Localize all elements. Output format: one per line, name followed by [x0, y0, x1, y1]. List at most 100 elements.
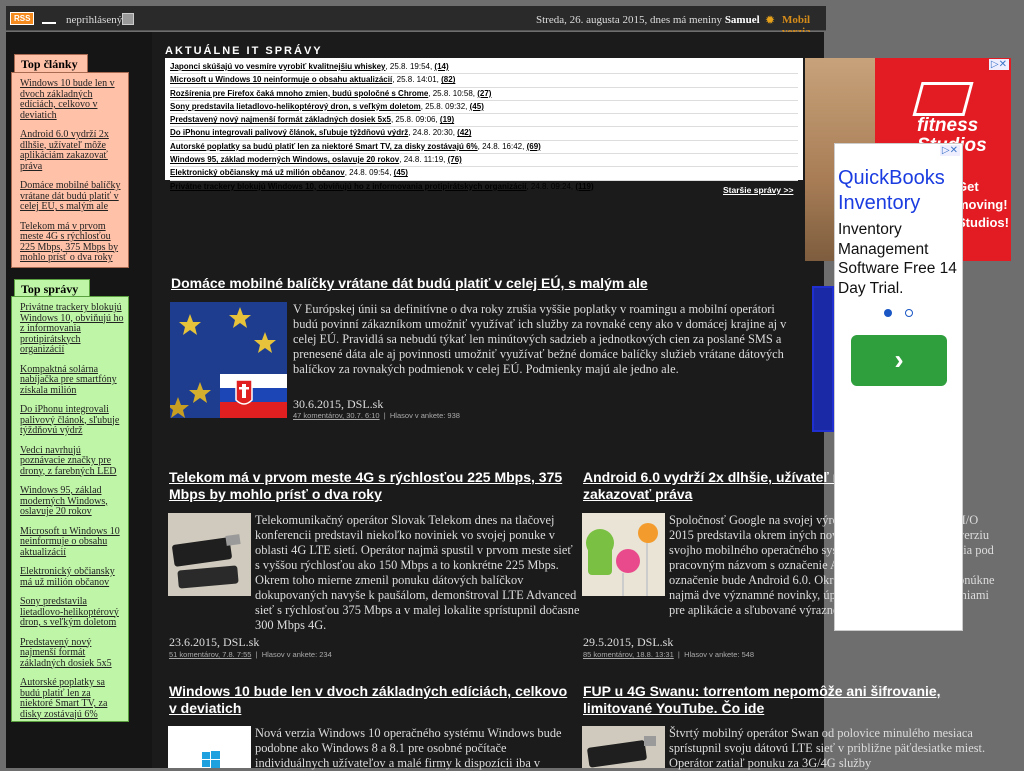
comments-link[interactable]: 85 komentárov, 18.8. 13:31 — [583, 650, 674, 659]
news-list: Japonci skúšajú vo vesmíre vyrobiť kvali… — [165, 58, 803, 191]
news-heading: AKTUÁLNE IT SPRÁVY — [165, 45, 323, 57]
news-comments-link[interactable]: (119) — [575, 182, 593, 191]
older-news-link[interactable]: Staršie správy >> — [723, 185, 793, 195]
article-thumbnail-android[interactable] — [582, 513, 665, 596]
article-date: 30.6.2015, DSL.sk — [293, 397, 384, 411]
news-link[interactable]: Do iPhonu integrovali palivový článok, s… — [170, 128, 408, 137]
news-comments-link[interactable]: (69) — [527, 142, 541, 151]
news-comments-link[interactable]: (76) — [448, 155, 462, 164]
sidebar-item-news[interactable]: Kompaktná solárna nabíjačka pre smartfón… — [20, 364, 124, 397]
carousel-dot-active[interactable] — [884, 309, 892, 317]
sidebar-item-news[interactable]: Microsoft u Windows 10 neinformuje o obs… — [20, 526, 124, 559]
comments-link[interactable]: 51 komentárov, 7.8. 7:55 — [169, 650, 251, 659]
sidebar-item-news[interactable]: Autorské poplatky sa budú platiť len za … — [20, 677, 124, 720]
article-title[interactable]: Windows 10 bude len v dvoch základných e… — [169, 683, 569, 717]
article-thumbnail-modem[interactable] — [168, 513, 251, 596]
article-thumbnail-eu-flag[interactable] — [170, 302, 287, 418]
news-time: , 25.8. 19:54, — [385, 62, 435, 71]
poll-widget[interactable] — [812, 286, 834, 432]
news-row: Do iPhonu integrovali palivový článok, s… — [170, 127, 798, 141]
date-line: Streda, 26. augusta 2015, dnes má meniny… — [536, 14, 760, 26]
article-date: 29.5.2015, DSL.sk — [583, 635, 674, 649]
sidebar-item-news[interactable]: Windows 95, základ moderných Windows, os… — [20, 485, 124, 518]
news-row: Japonci skúšajú vo vesmíre vyrobiť kvali… — [170, 61, 798, 75]
ad-body: Inventory Management Software Free 14 Da… — [838, 221, 957, 297]
news-link[interactable]: Windows 95, základ moderných Windows, os… — [170, 155, 399, 164]
news-time: , 24.8. 11:19, — [399, 155, 448, 165]
rss-icon[interactable]: RSS — [10, 12, 35, 25]
sidebar-item-news[interactable]: Elektronický občiansky má už milión obča… — [20, 566, 124, 588]
news-time: , 24.8. 20:30, — [408, 128, 458, 138]
sidebar-item-article[interactable]: Windows 10 bude len v dvoch základných e… — [20, 78, 124, 121]
sidebar-item-article[interactable]: Telekom má v prvom meste 4G s rýchlosťou… — [20, 221, 124, 264]
news-row: Elektronický občiansky má už milión obča… — [170, 167, 798, 181]
fitness-logo-icon — [912, 82, 974, 116]
article-text: Telekomunikačný operátor Slovak Telekom … — [255, 513, 580, 632]
login-icon[interactable] — [122, 13, 134, 25]
news-comments-link[interactable]: (14) — [434, 62, 448, 71]
comments-link[interactable]: 47 komentárov, 30.7. 6:10 — [293, 411, 380, 420]
news-row: Predstavený nový najmenší formát základn… — [170, 114, 798, 128]
sidebar-item-article[interactable]: Android 6.0 vydrží 2x dlhšie, užívateľ m… — [20, 129, 124, 172]
ad-close-icon[interactable]: ▷✕ — [988, 59, 1009, 70]
article-text: V Európskej únii sa definitívne o dva ro… — [293, 302, 787, 376]
news-row: Privátne trackery blokujú Windows 10, ob… — [170, 181, 798, 193]
top-bar: RSS neprihlásený Streda, 26. augusta 201… — [6, 6, 826, 38]
sidebar-item-article[interactable]: Domáce mobilné balíčky vrátane dát budú … — [20, 180, 124, 213]
sidebar-item-news[interactable]: Predstavený nový najmenší formát základn… — [20, 637, 124, 670]
news-link[interactable]: Predstavený nový najmenší formát základn… — [170, 115, 391, 124]
news-link[interactable]: Autorské poplatky sa budú platiť len za … — [170, 142, 478, 151]
carousel-dot[interactable] — [905, 309, 913, 317]
article-date: 23.6.2015, DSL.sk — [169, 635, 260, 649]
article-title[interactable]: Telekom má v prvom meste 4G s rýchlosťou… — [169, 469, 579, 503]
news-time: , 25.8. 09:32, — [420, 101, 470, 111]
sidebar-item-news[interactable]: Vedci navrhujú poznávacie značky pre dro… — [20, 445, 124, 478]
article-title[interactable]: Domáce mobilné balíčky vrátane dát budú … — [171, 275, 791, 292]
news-comments-link[interactable]: (42) — [457, 128, 471, 137]
news-comments-link[interactable]: (19) — [440, 115, 454, 124]
news-row: Sony predstavila lietadlovo-helikoptérov… — [170, 101, 798, 115]
news-comments-link[interactable]: (45) — [394, 168, 408, 177]
news-time: , 25.8. 10:58, — [428, 88, 478, 98]
ad-next-button[interactable]: › — [851, 335, 947, 386]
news-link[interactable]: Sony predstavila lietadlovo-helikoptérov… — [170, 102, 421, 111]
news-comments-link[interactable]: (45) — [470, 102, 484, 111]
news-time: , 24.8. 09:24, — [526, 181, 576, 191]
poll-votes: Hlasov v ankete: 938 — [389, 411, 460, 420]
news-link[interactable]: Rozšírenia pre Firefox čaká mnoho zmien,… — [170, 89, 428, 98]
mobile-star-icon: ✹ — [765, 13, 776, 27]
article-text: Nová verzia Windows 10 operačného systém… — [255, 726, 562, 770]
ad-title[interactable]: QuickBooks Inventory — [838, 166, 962, 216]
poll-votes: Hlasov v ankete: 548 — [684, 650, 755, 659]
ad-banner-quickbooks[interactable]: ▷✕ QuickBooks Inventory Inventory Manage… — [834, 143, 963, 631]
news-link[interactable]: Elektronický občiansky má už milión obča… — [170, 168, 345, 177]
news-link[interactable]: Privátne trackery blokujú Windows 10, ob… — [170, 182, 526, 191]
news-row: Autorské poplatky sa budú platiť len za … — [170, 141, 798, 155]
news-time: , 25.8. 14:01, — [392, 75, 442, 85]
top-news-box: Privátne trackery blokujú Windows 10, ob… — [11, 296, 129, 722]
news-link[interactable]: Japonci skúšajú vo vesmíre vyrobiť kvali… — [170, 62, 385, 71]
article-thumbnail-windows[interactable] — [168, 726, 251, 768]
date-text: Streda, 26. augusta 2015, dnes má meniny — [536, 14, 725, 26]
poll-votes: Hlasov v ankete: 234 — [261, 650, 332, 659]
sidebar-item-news[interactable]: Privátne trackery blokujú Windows 10, ob… — [20, 302, 124, 356]
news-link[interactable]: Microsoft u Windows 10 neinformuje o obs… — [170, 75, 392, 84]
news-row: Microsoft u Windows 10 neinformuje o obs… — [170, 74, 798, 88]
nameday: Samuel — [724, 14, 760, 26]
news-row: Rozšírenia pre Firefox čaká mnoho zmien,… — [170, 88, 798, 101]
ad-tagline: Get moving! Studios! — [957, 179, 1009, 230]
article-thumbnail-modem[interactable] — [582, 726, 665, 768]
top-articles-box: Windows 10 bude len v dvoch základných e… — [11, 72, 129, 268]
article-text: Štvrtý mobilný operátor Swan od polovice… — [669, 726, 986, 770]
news-row: Windows 95, základ moderných Windows, os… — [170, 154, 798, 168]
ad-close-icon[interactable]: ▷✕ — [939, 145, 960, 156]
article-title[interactable]: FUP u 4G Swanu: torrentom nepomôže ani š… — [583, 683, 993, 717]
sidebar-item-news[interactable]: Do iPhonu integrovali palivový článok, s… — [20, 404, 124, 437]
news-time: , 24.8. 16:42, — [477, 141, 527, 151]
news-comments-link[interactable]: (27) — [477, 89, 491, 98]
rss-underline — [42, 22, 56, 24]
login-status[interactable]: neprihlásený — [66, 14, 122, 26]
news-comments-link[interactable]: (82) — [441, 75, 455, 84]
sidebar-item-news[interactable]: Sony predstavila lietadlovo-helikoptérov… — [20, 596, 124, 629]
article-meta: 51 komentárov, 7.8. 7:55 | Hlasov v anke… — [169, 650, 332, 659]
